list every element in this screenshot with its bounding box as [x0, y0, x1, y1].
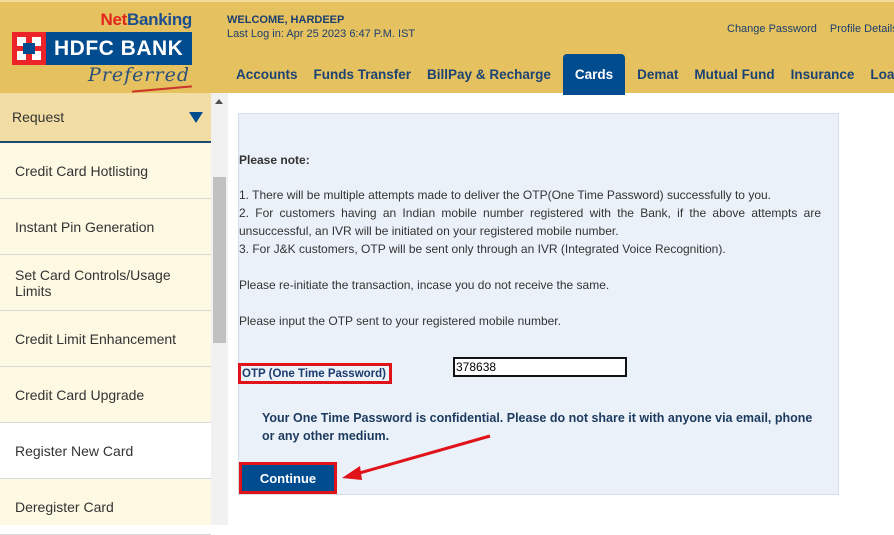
- nav-tab-insurance[interactable]: Insurance: [783, 54, 863, 95]
- nav-tab-billpay-recharge[interactable]: BillPay & Recharge: [419, 54, 559, 95]
- sidebar-item-set-card-controls[interactable]: Set Card Controls/Usage Limits: [0, 255, 211, 311]
- caret-down-icon[interactable]: [189, 111, 203, 123]
- profile-details-link[interactable]: Profile Details: [830, 23, 894, 35]
- sidebar-section-label: Request: [12, 109, 65, 125]
- sidebar-scrollbar[interactable]: [211, 93, 228, 525]
- preferred-tier-label: Preferred: [88, 64, 190, 86]
- wordmark-banking: Banking: [127, 10, 192, 29]
- header-bar: NetBanking HDFC BANK Preferred WELCOME, …: [0, 0, 894, 95]
- confidentiality-notice: Your One Time Password is confidential. …: [262, 411, 813, 443]
- hdfc-bank-bar: HDFC BANK: [12, 32, 192, 65]
- note-item: 2. For customers having an Indian mobile…: [239, 206, 821, 238]
- nav-tab-cards[interactable]: Cards: [562, 54, 626, 95]
- sidebar-item-credit-card-hotlisting[interactable]: Credit Card Hotlisting: [0, 143, 211, 199]
- sidebar-item-instant-pin-generation[interactable]: Instant Pin Generation: [0, 199, 211, 255]
- scroll-up-arrow-icon[interactable]: [215, 99, 223, 104]
- nav-tab-funds-transfer[interactable]: Funds Transfer: [306, 54, 420, 95]
- nav-tab-accounts[interactable]: Accounts: [228, 54, 306, 95]
- sidebar-item-credit-limit-enhancement[interactable]: Credit Limit Enhancement: [0, 311, 211, 367]
- note-item: 1. There will be multiple attempts made …: [239, 188, 771, 202]
- netbanking-wordmark: NetBanking: [100, 10, 193, 30]
- nav-tab-loans[interactable]: Loans: [862, 54, 894, 95]
- sidebar-item-deregister-card[interactable]: Deregister Card: [0, 479, 211, 535]
- nav-tab-mutual-fund[interactable]: Mutual Fund: [686, 54, 782, 95]
- sidebar-section-request[interactable]: Request: [0, 93, 211, 143]
- bank-name: HDFC BANK: [54, 36, 184, 60]
- sidebar: Request Credit Card Hotlisting Instant P…: [0, 93, 211, 535]
- sidebar-item-credit-card-upgrade[interactable]: Credit Card Upgrade: [0, 367, 211, 423]
- main-nav: Accounts Funds Transfer BillPay & Rechar…: [228, 54, 894, 95]
- continue-highlight-box: Continue: [239, 462, 337, 494]
- reinitiate-text: Please re-initiate the transaction, inca…: [239, 278, 610, 292]
- hdfc-netbanking-logo[interactable]: NetBanking HDFC BANK Preferred: [12, 8, 193, 93]
- note-list: 1. There will be multiple attempts made …: [239, 186, 821, 258]
- sidebar-item-register-new-card[interactable]: Register New Card: [0, 423, 211, 479]
- otp-input[interactable]: [453, 357, 627, 377]
- last-login-text: Last Log in: Apr 25 2023 6:47 P.M. IST: [227, 28, 416, 40]
- preferred-underline: [132, 85, 192, 93]
- welcome-text: WELCOME, HARDEEP: [227, 14, 345, 26]
- top-links: Change Password Profile Details: [727, 23, 894, 35]
- wordmark-net: Net: [100, 10, 128, 29]
- note-item: 3. For J&K customers, OTP will be sent o…: [239, 242, 726, 256]
- input-hint-text: Please input the OTP sent to your regist…: [239, 314, 561, 328]
- scrollbar-thumb[interactable]: [213, 177, 226, 343]
- otp-panel: Please note: 1. There will be multiple a…: [238, 113, 839, 495]
- nav-tab-demat[interactable]: Demat: [629, 54, 686, 95]
- note-title: Please note:: [239, 153, 310, 167]
- change-password-link[interactable]: Change Password: [727, 23, 817, 35]
- continue-button[interactable]: Continue: [242, 465, 334, 491]
- otp-field-label: OTP (One Time Password): [238, 363, 393, 384]
- hdfc-logo-icon: [12, 32, 46, 65]
